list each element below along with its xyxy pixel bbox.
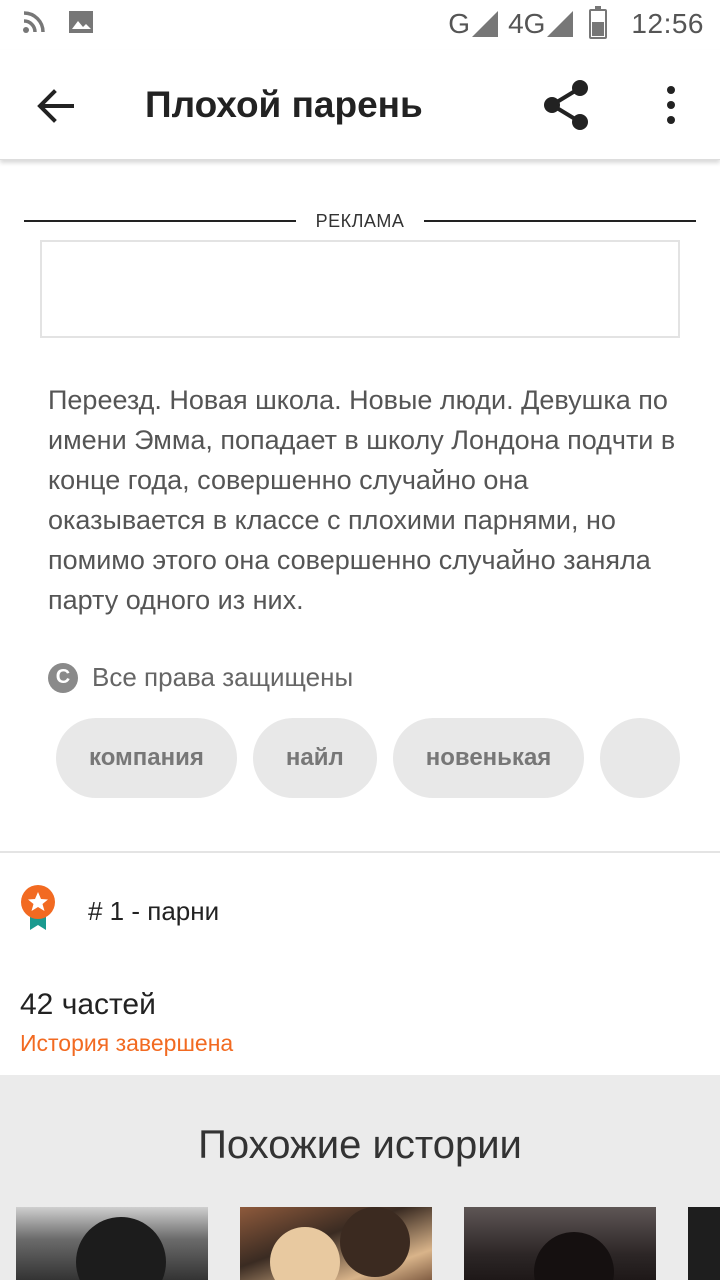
signal-4g: 4G [508, 8, 574, 40]
tag-chip[interactable]: найл [252, 718, 377, 798]
divider [24, 220, 296, 222]
image-icon [69, 11, 93, 33]
story-cover-thumbnail[interactable] [16, 1207, 208, 1280]
similar-stories-section: Похожие истории [0, 1075, 720, 1280]
signal-g: G [448, 8, 499, 40]
back-arrow-icon[interactable] [34, 84, 78, 128]
parts-count: 42 частей [20, 988, 156, 1021]
rss-icon [23, 11, 45, 33]
tag-list: компания найл новенькая [56, 718, 688, 800]
tag-chip[interactable] [600, 718, 681, 798]
copyright-row: C Все права защищены [48, 662, 353, 693]
story-status: История завершена [20, 1030, 234, 1056]
signal-strength-icon [472, 11, 499, 37]
medal-icon [21, 885, 55, 930]
ad-banner[interactable] [40, 240, 680, 338]
copyright-text: Все права защищены [92, 662, 354, 692]
divider [424, 220, 696, 222]
app-bar: Плохой парень [0, 50, 720, 160]
tag-chip[interactable]: новенькая [392, 718, 585, 798]
share-icon[interactable] [540, 78, 594, 132]
ad-label: РЕКЛАМА [315, 211, 405, 231]
more-options-icon[interactable] [656, 80, 686, 130]
copyright-icon: C [48, 662, 78, 693]
story-cover-thumbnail[interactable] [240, 1207, 432, 1280]
ranking-row[interactable]: # 1 - парни [20, 884, 700, 934]
page-title: Плохой парень [145, 84, 423, 125]
ranking-text: # 1 - парни [88, 896, 220, 926]
battery-icon [589, 6, 608, 39]
divider [0, 851, 720, 853]
similar-stories-title: Похожие истории [198, 1123, 522, 1167]
status-bar: G 4G 12:56 [0, 0, 720, 50]
story-cover-thumbnail[interactable] [464, 1207, 656, 1280]
tag-chip[interactable]: компания [56, 718, 237, 798]
signal-strength-icon [547, 11, 574, 37]
ad-label-row: РЕКЛАМА [24, 210, 696, 232]
clock: 12:56 [631, 8, 704, 39]
story-description: Переезд. Новая школа. Новые люди. Девушк… [48, 385, 676, 615]
story-cover-thumbnail[interactable] [688, 1207, 720, 1280]
